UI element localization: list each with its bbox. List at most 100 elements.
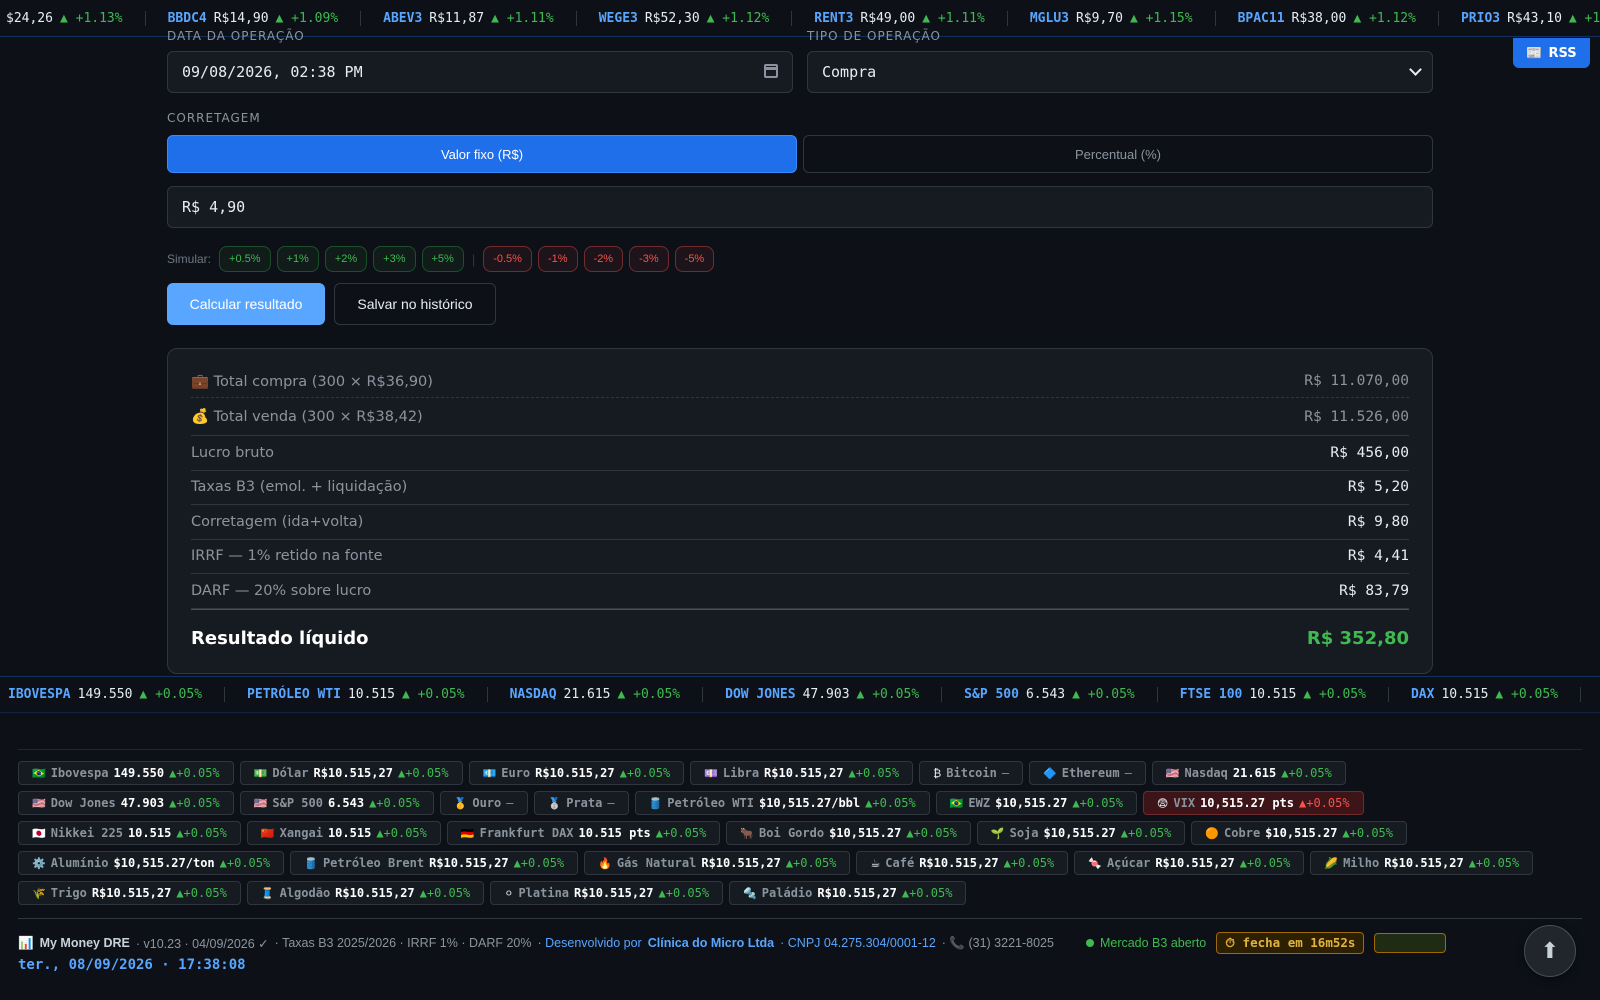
market-chip[interactable]: 🛢️ Petróleo WTI $10,515.27/bbl ▲+0.05% [634, 791, 930, 815]
ticker-item[interactable]: RENT3 R$49,00 ▲ +1.11% [792, 10, 1008, 26]
market-chip[interactable]: 🥈 Prata — [533, 791, 629, 815]
ticker-item[interactable]: BBDC4 R$14,90 ▲ +1.09% [146, 10, 362, 26]
ticker-item[interactable]: $24,26 ▲ +1.13% [0, 10, 146, 26]
brokerage-label: CORRETAGEM [167, 111, 261, 125]
ticker-item[interactable]: FTSE 100 10.515 ▲ +0.05% [1158, 687, 1389, 702]
date-input[interactable]: 09/08/2026, 02:38 PM [167, 51, 793, 93]
market-chip[interactable]: 🔩 Paládio R$10.515,27 ▲+0.05% [729, 881, 967, 905]
market-chip[interactable]: ⚙️ Alumínio $10,515.27/ton ▲+0.05% [18, 851, 285, 875]
market-change: ▲+0.05% [1239, 856, 1291, 870]
market-chip[interactable]: 🇧🇷 EWZ $10,515.27 ▲+0.05% [935, 791, 1137, 815]
ticker-item[interactable]: S&P 500 6.543 ▲ +0.05% [942, 687, 1158, 702]
ticker-item[interactable]: MGLU3 R$9,70 ▲ +1.15% [1008, 10, 1216, 26]
market-chip[interactable]: 🍬 Açúcar R$10.515,27 ▲+0.05% [1074, 851, 1305, 875]
market-chip[interactable]: ☕ Café R$10.515,27 ▲+0.05% [856, 851, 1069, 875]
market-chip[interactable]: 🔷 Ethereum — [1029, 761, 1146, 785]
sim-chip-pos[interactable]: +5% [421, 246, 464, 272]
sim-chip-neg[interactable]: -0.5% [483, 246, 532, 272]
sim-chip-neg[interactable]: -2% [583, 246, 624, 272]
market-panel: 🇧🇷 Ibovespa 149.550 ▲+0.05% 💵 Dólar R$10.515,2… [18, 749, 1582, 911]
market-chip[interactable]: 🌽 Milho R$10.515,27 ▲+0.05% [1310, 851, 1534, 875]
market-chip[interactable]: 🛢️ Petróleo Brent R$10.515,27 ▲+0.05% [290, 851, 579, 875]
market-icon: ☕ [870, 856, 881, 870]
market-chip[interactable]: 💶 Euro R$10.515,27 ▲+0.05% [468, 761, 685, 785]
operation-type-label: TIPO DE OPERAÇÃO [807, 29, 941, 43]
save-history-button[interactable]: Salvar no histórico [334, 283, 496, 325]
market-chip[interactable]: 🇺🇸 S&P 500 6.543 ▲+0.05% [239, 791, 434, 815]
market-price: 6.543 [327, 796, 365, 810]
market-chip[interactable]: 💵 Dólar R$10.515,27 ▲+0.05% [239, 761, 463, 785]
market-price: R$10.515,27 [91, 886, 172, 900]
market-chip[interactable]: 🇺🇸 Nasdaq 21.615 ▲+0.05% [1151, 761, 1346, 785]
sim-chip-pos[interactable]: +1% [276, 246, 319, 272]
market-chip[interactable]: 💷 Libra R$10.515,27 ▲+0.05% [690, 761, 914, 785]
net-result-value: R$ 352,80 [1306, 627, 1409, 649]
scroll-to-top-button[interactable]: ⬆ [1524, 925, 1576, 977]
market-chip[interactable]: 😨 VIX 10,515.27 pts ▲+0.05% [1142, 791, 1364, 815]
brokerage-input[interactable]: R$ 4,90 [167, 186, 1433, 228]
ticker-item[interactable]: PETRÓLEO WTI 10.515 ▲ +0.05% [225, 687, 488, 702]
market-change: ▲+0.05% [176, 826, 227, 840]
ticker-item[interactable]: WEGE3 R$52,30 ▲ +1.12% [577, 10, 793, 26]
newspaper-icon: 📰 [1526, 45, 1543, 61]
market-icon: 💷 [704, 766, 718, 780]
market-price: $10,515.27 [829, 826, 902, 840]
ticker-symbol: BBDC4 [167, 10, 207, 26]
sim-chip-pos[interactable]: +2% [324, 246, 368, 272]
sim-chip-pos[interactable]: +3% [373, 246, 416, 272]
operation-type-select[interactable]: Compra [807, 51, 1433, 93]
market-chip[interactable]: 🇧🇷 Ibovespa 149.550 ▲+0.05% [18, 761, 234, 785]
market-price: $10,515.27/ton [113, 856, 215, 870]
brokerage-fixed-tab[interactable]: Valor fixo (R$) [167, 135, 797, 173]
ticker-item[interactable]: NASDAQ 21.615 ▲ +0.05% [488, 687, 704, 702]
ticker-item[interactable]: IBOVESPA 149.550 ▲ +0.05% [0, 687, 226, 702]
market-change: ▲+0.05% [176, 886, 227, 900]
ticker-change: ▲ +1.13% [59, 10, 123, 26]
market-chip[interactable]: 🥇 Ouro — [439, 791, 528, 815]
market-icon: 💵 [253, 766, 268, 780]
market-chip[interactable]: 🇺🇸 Dow Jones 47.903 ▲+0.05% [18, 791, 234, 815]
market-chip[interactable]: 🐂 Boi Gordo $10,515.27 ▲+0.05% [726, 821, 971, 845]
net-result-label: Resultado líquido [191, 627, 369, 649]
market-chip[interactable]: 🌾 Trigo R$10.515,27 ▲+0.05% [18, 881, 241, 905]
market-change: ▲+0.05% [1342, 826, 1393, 840]
market-chip[interactable]: 🧵 Algodão R$10.515,27 ▲+0.05% [246, 881, 485, 905]
market-chip[interactable]: 🟠 Cobre $10,515.27 ▲+0.05% [1191, 821, 1407, 845]
market-icon: 🔥 [598, 856, 612, 870]
market-chip[interactable]: 🇯🇵 Nikkei 225 10.515 ▲+0.05% [18, 821, 241, 845]
sim-chip-neg[interactable]: -3% [629, 246, 669, 272]
rss-button[interactable]: 📰 RSS [1513, 38, 1590, 68]
sim-chip-neg[interactable]: -1% [537, 246, 578, 272]
market-chip[interactable]: ₿ Bitcoin — [919, 761, 1024, 785]
market-icon: 🇧🇷 [32, 766, 46, 780]
ticker-item[interactable]: DAX 10.515 ▲ +0.05% [1389, 687, 1582, 702]
market-change: ▲+0.05% [1468, 856, 1520, 870]
market-icon: 🔩 [743, 886, 757, 900]
market-name: Ethereum [1061, 766, 1120, 780]
market-chip[interactable]: 🔥 Gás Natural R$10.515,27 ▲+0.05% [584, 851, 851, 875]
ticker-price: R$38,00 [1291, 10, 1347, 26]
market-chip[interactable]: 🇩🇪 Frankfurt DAX 10.515 pts ▲+0.05% [446, 821, 721, 845]
market-chip[interactable]: 🇨🇳 Xangai 10.515 ▲+0.05% [246, 821, 441, 845]
ticker-item[interactable]: DOW JONES 47.903 ▲ +0.05% [703, 687, 943, 702]
ticker-item[interactable]: BPAC11 R$38,00 ▲ +1.12% [1216, 10, 1439, 26]
result-row-total-sell: 💰 Total venda (300 × R$38,42) R$ 11.526,… [191, 398, 1409, 436]
calendar-icon[interactable] [764, 64, 778, 78]
developer-link[interactable]: Clínica do Micro Ltda [648, 936, 774, 950]
market-chip[interactable]: ⚪ Platina R$10.515,27 ▲+0.05% [490, 881, 724, 905]
result-value: R$ 11.526,00 [1304, 408, 1409, 425]
ticker-change: ▲ +0.05% [856, 687, 920, 702]
market-row: ⚙️ Alumínio $10,515.27/ton ▲+0.05% 🛢️ Petróle… [18, 851, 1582, 875]
brokerage-percent-tab[interactable]: Percentual (%) [803, 135, 1433, 173]
ticker-item[interactable]: PRIO3 R$43,10 ▲ +1.12% [1439, 11, 1600, 26]
sim-chip-pos[interactable]: +0.5% [219, 246, 271, 272]
sim-chip-neg[interactable]: -5% [674, 246, 715, 272]
market-change: ▲+0.05% [1299, 796, 1350, 810]
ticker-symbol: DAX [1410, 687, 1435, 702]
market-icon: 🍬 [1088, 856, 1102, 870]
ticker-item[interactable]: ABEV3 R$11,87 ▲ +1.11% [361, 10, 577, 26]
calculate-button[interactable]: Calcular resultado [167, 283, 325, 325]
result-label: Corretagem (ida+volta) [191, 513, 364, 530]
market-chip[interactable]: 🌱 Soja $10,515.27 ▲+0.05% [976, 821, 1186, 845]
market-icon: ⚪ [504, 886, 514, 900]
